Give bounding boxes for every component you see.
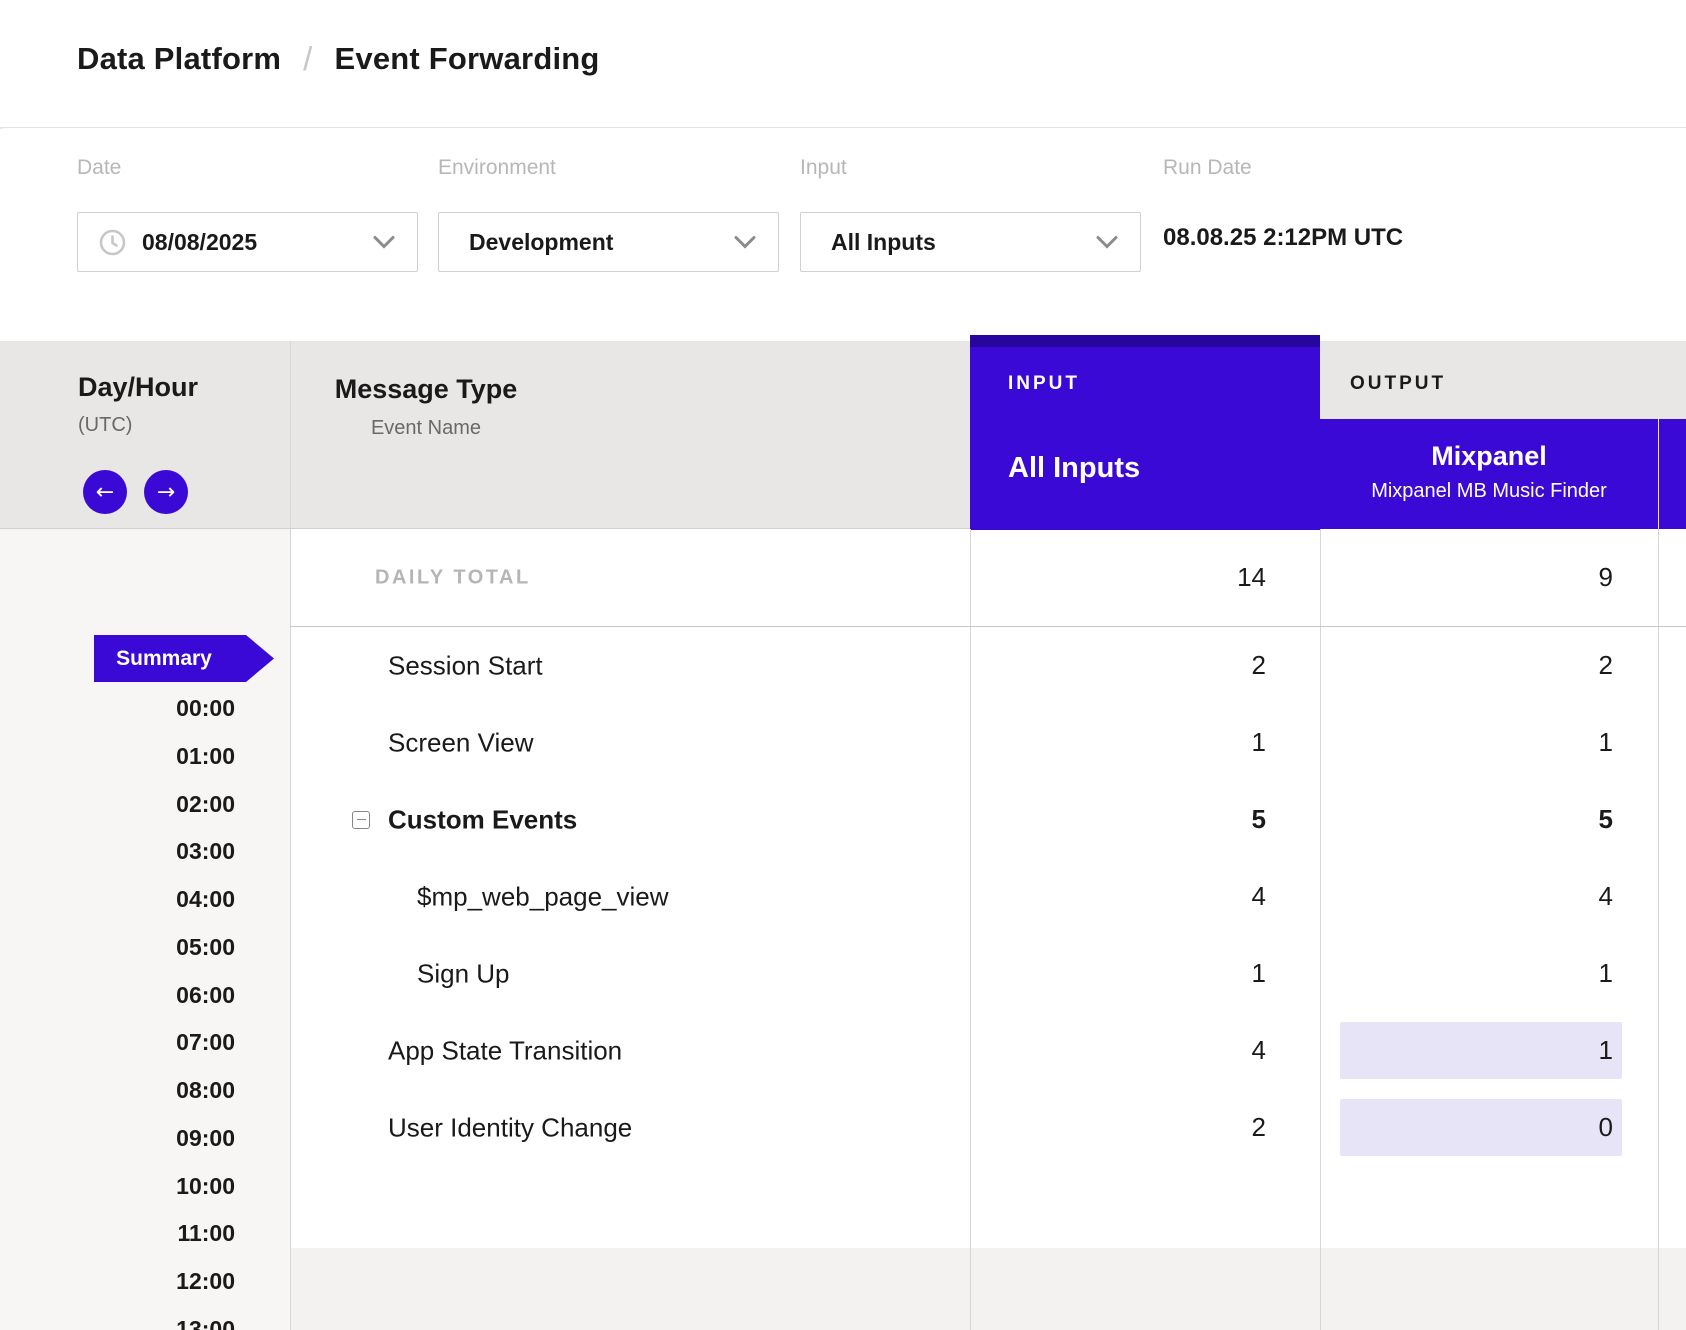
input-count: 4 bbox=[970, 1012, 1320, 1089]
hour-row-label[interactable]: 13:00 bbox=[0, 1313, 235, 1330]
table-row: $mp_web_page_view 4 4 bbox=[0, 858, 1686, 935]
day-hour-header: Day/Hour (UTC) bbox=[78, 372, 198, 437]
output-column-header[interactable]: Mixpanel Mixpanel MB Music Finder bbox=[1320, 419, 1658, 529]
next-output-column-partial bbox=[1659, 419, 1686, 529]
output-name: Mixpanel bbox=[1320, 441, 1658, 472]
hour-row-label[interactable]: 01:00 bbox=[0, 740, 235, 772]
table-row: Screen View 1 1 bbox=[0, 704, 1686, 781]
output-count: 1 bbox=[1320, 1012, 1658, 1089]
run-date-label: Run Date bbox=[1163, 156, 1252, 180]
output-subtitle: Mixpanel MB Music Finder bbox=[1320, 480, 1658, 503]
output-count: 5 bbox=[1320, 781, 1658, 858]
hour-row-label[interactable]: 07:00 bbox=[0, 1026, 235, 1058]
event-rows: Session Start 2 2 Screen View 1 1 Custom… bbox=[0, 627, 1686, 1166]
daily-total-input-count: 14 bbox=[970, 529, 1320, 626]
input-header-value: All Inputs bbox=[1008, 452, 1140, 485]
event-name: Screen View bbox=[388, 727, 534, 758]
daily-total-row: DAILY TOTAL 14 9 bbox=[0, 529, 1686, 626]
day-hour-subtitle: (UTC) bbox=[78, 414, 198, 437]
input-column-header[interactable]: INPUT All Inputs bbox=[970, 335, 1320, 530]
hour-row-label[interactable]: 00:00 bbox=[0, 692, 235, 724]
next-day-button[interactable]: → bbox=[144, 470, 188, 514]
top-bar: Data Platform / Event Forwarding bbox=[0, 0, 1686, 128]
input-count: 4 bbox=[970, 858, 1320, 935]
environment-dropdown[interactable]: Development bbox=[438, 212, 779, 272]
message-type-header: Message Type Event Name bbox=[318, 374, 534, 440]
breadcrumb-separator: / bbox=[303, 40, 312, 78]
event-name: Session Start bbox=[388, 650, 543, 681]
page-title: Event Forwarding bbox=[335, 41, 600, 77]
output-count: 1 bbox=[1320, 704, 1658, 781]
event-name: Sign Up bbox=[417, 958, 510, 989]
daily-total-output-count: 9 bbox=[1320, 529, 1658, 626]
hour-row-label[interactable]: 11:00 bbox=[0, 1217, 235, 1249]
prev-day-button[interactable]: ← bbox=[83, 470, 127, 514]
event-name: App State Transition bbox=[388, 1035, 622, 1066]
input-dropdown[interactable]: All Inputs bbox=[800, 212, 1141, 272]
table-row: User Identity Change 2 0 bbox=[0, 1089, 1686, 1166]
hour-row-label[interactable]: 04:00 bbox=[0, 883, 235, 915]
highlight-cell bbox=[1340, 1099, 1622, 1156]
input-count: 5 bbox=[970, 781, 1320, 858]
arrow-left-icon: ← bbox=[96, 480, 114, 505]
environment-value: Development bbox=[469, 229, 613, 256]
input-header-label: INPUT bbox=[1008, 373, 1080, 395]
event-name: Custom Events bbox=[388, 804, 577, 835]
input-filter-label: Input bbox=[800, 156, 847, 180]
hour-row-label[interactable]: 12:00 bbox=[0, 1265, 235, 1297]
input-count: 2 bbox=[970, 627, 1320, 704]
output-count: 4 bbox=[1320, 858, 1658, 935]
chevron-down-icon bbox=[734, 236, 756, 249]
run-date-value: 08.08.25 2:12PM UTC bbox=[1163, 224, 1403, 252]
hour-row-label[interactable]: 10:00 bbox=[0, 1170, 235, 1202]
message-type-subtitle: Event Name bbox=[318, 417, 534, 440]
summary-label: Summary bbox=[116, 647, 212, 671]
event-name: User Identity Change bbox=[388, 1112, 632, 1143]
input-count: 2 bbox=[970, 1089, 1320, 1166]
day-hour-title: Day/Hour bbox=[78, 372, 198, 403]
input-count: 1 bbox=[970, 704, 1320, 781]
output-count: 0 bbox=[1320, 1089, 1658, 1166]
output-count: 2 bbox=[1320, 627, 1658, 704]
breadcrumb: Data Platform / Event Forwarding bbox=[77, 40, 600, 78]
table-row: App State Transition 4 1 bbox=[0, 1012, 1686, 1089]
input-column-header-stripe bbox=[970, 335, 1320, 347]
message-type-title: Message Type bbox=[318, 374, 534, 405]
date-value: 08/08/2025 bbox=[142, 229, 257, 256]
hour-row-label[interactable]: 02:00 bbox=[0, 788, 235, 820]
highlight-cell bbox=[1340, 1022, 1622, 1079]
chevron-down-icon bbox=[1096, 236, 1118, 249]
hour-row-label[interactable]: 05:00 bbox=[0, 931, 235, 963]
summary-tab[interactable]: Summary bbox=[94, 635, 274, 682]
date-filter-label: Date bbox=[77, 156, 121, 180]
filter-bar: Date Environment Input Run Date 08/08/20… bbox=[0, 129, 1686, 341]
environment-filter-label: Environment bbox=[438, 156, 556, 180]
grid-footer-area bbox=[290, 1248, 1686, 1330]
input-count: 1 bbox=[970, 935, 1320, 1012]
hour-row-label[interactable]: 03:00 bbox=[0, 835, 235, 867]
breadcrumb-section[interactable]: Data Platform bbox=[77, 41, 281, 77]
arrow-right-icon: → bbox=[157, 480, 175, 505]
table-row: Custom Events 5 5 bbox=[0, 781, 1686, 858]
daily-total-label: DAILY TOTAL bbox=[375, 566, 531, 589]
collapse-icon[interactable] bbox=[352, 811, 370, 829]
table-row: Sign Up 1 1 bbox=[0, 935, 1686, 1012]
hour-row-label[interactable]: 09:00 bbox=[0, 1122, 235, 1154]
output-count: 1 bbox=[1320, 935, 1658, 1012]
date-dropdown[interactable]: 08/08/2025 bbox=[77, 212, 418, 272]
hour-row-label[interactable]: 06:00 bbox=[0, 979, 235, 1011]
clock-icon bbox=[99, 229, 126, 256]
chevron-down-icon bbox=[373, 236, 395, 249]
event-name: $mp_web_page_view bbox=[417, 881, 669, 912]
output-header-label: OUTPUT bbox=[1350, 373, 1446, 395]
input-value: All Inputs bbox=[831, 229, 936, 256]
hour-row-label[interactable]: 08:00 bbox=[0, 1074, 235, 1106]
